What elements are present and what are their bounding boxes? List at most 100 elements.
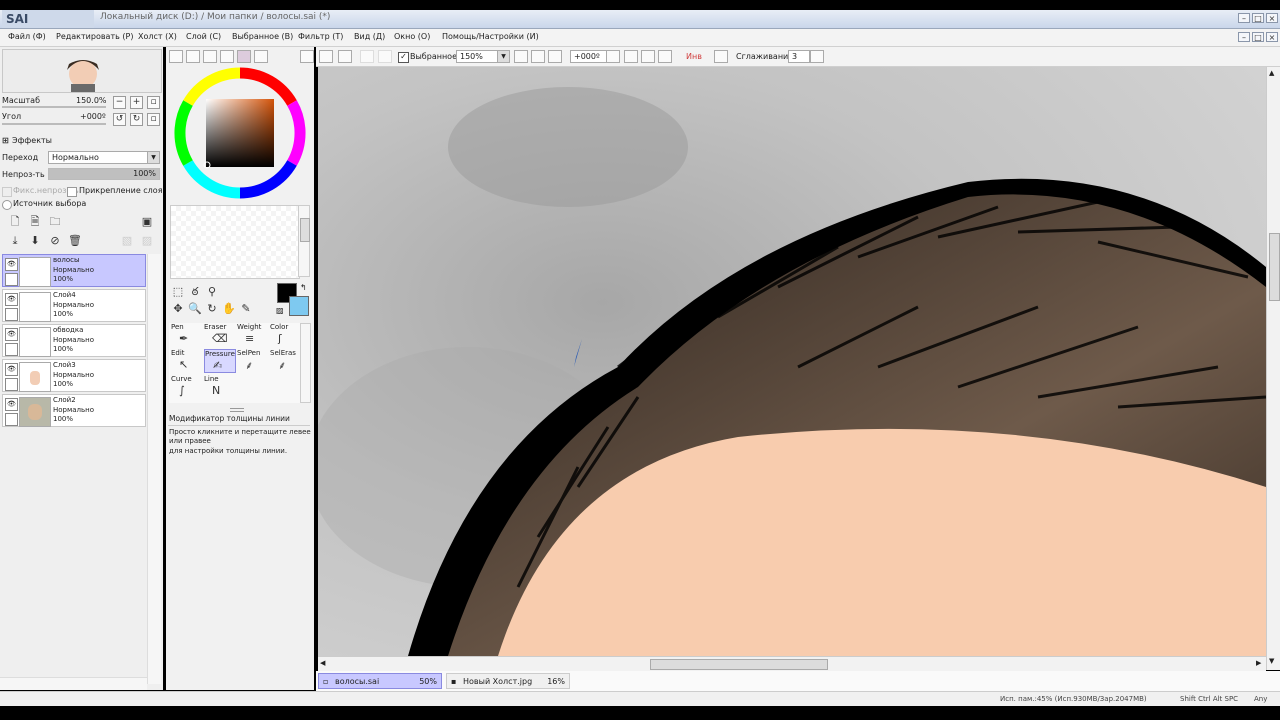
panel-menu-icon[interactable] [300,50,314,63]
effects-header[interactable]: ⊞ Эффекты [0,135,160,147]
eye-icon[interactable]: 👁 [5,258,18,271]
menu-layer[interactable]: Слой (С) [186,32,221,41]
lock-checkbox[interactable] [5,378,18,391]
doc-restore-button[interactable]: □ [1252,32,1264,42]
eye-icon[interactable]: 👁 [5,398,18,411]
splitter-grip[interactable] [230,408,244,412]
brush-color[interactable]: Color ʃ [270,323,302,347]
color-mix-tab-icon[interactable] [220,50,234,63]
rotate-left-button[interactable]: ↺ [113,113,126,126]
lock-checkbox[interactable] [5,343,18,356]
scroll-up-icon[interactable]: ▲ [1269,69,1274,77]
menu-help[interactable]: Помощь/Настройки (И) [442,32,539,41]
rotate-reset-icon[interactable] [658,50,672,63]
layer-list-scrollbar[interactable] [147,254,161,684]
scroll-right-icon[interactable]: ▶ [1256,659,1261,667]
blend-mode-select[interactable]: Нормально ▼ [48,151,160,164]
new-layer-icon[interactable]: 🗋 [8,215,22,229]
delete-layer-icon[interactable]: 🗑 [68,234,82,248]
zoom-out-button[interactable]: − [113,96,126,109]
zoom-in-icon[interactable] [531,50,545,63]
brush-lock-icon[interactable] [5,273,18,286]
lasso-icon[interactable]: ఠ [188,285,202,299]
scratchpad-area[interactable] [170,205,300,279]
minimize-button[interactable]: – [1238,13,1250,23]
navigator-preview[interactable] [2,49,162,93]
zoom-slider[interactable] [2,106,106,108]
layer-item[interactable]: 👁 волосы Нормально 100% [2,254,146,287]
new-linework-layer-icon[interactable]: 🗎 [28,215,42,229]
lock-checkbox[interactable] [5,308,18,321]
canvas-vertical-scrollbar[interactable]: ▲ ▼ [1266,67,1280,670]
brush-selpen[interactable]: SelPen ⸙ [237,349,269,373]
preserve-opacity-checkbox[interactable] [2,187,12,197]
scratchpad-tab-icon[interactable] [254,50,268,63]
tab-new-canvas[interactable]: ▪ Новый Холст.jpg 16% [446,673,570,689]
eyedropper-icon[interactable]: ✎ [239,302,253,316]
close-button[interactable]: × [1266,13,1278,23]
redo-icon[interactable] [338,50,352,63]
brush-seleras[interactable]: SelEras ⸙ [270,349,302,373]
transfer-down-icon[interactable]: ⤓ [8,234,22,248]
brush-pressure[interactable]: Pressure ✍ [204,349,236,373]
zoom-in-button[interactable]: + [130,96,143,109]
rgb-slider-tab-icon[interactable] [186,50,200,63]
angle-select[interactable]: +000º [570,50,610,63]
zoom-out-icon[interactable] [514,50,528,63]
merge-down-icon[interactable]: ⬇ [28,234,42,248]
rotate-icon[interactable]: ↻ [205,302,219,316]
hsv-slider-tab-icon[interactable] [203,50,217,63]
secondary-color-swatch[interactable] [289,296,309,316]
menu-window[interactable]: Окно (О) [394,32,430,41]
layer-item[interactable]: 👁 Слой4 Нормально 100% [2,289,146,322]
menu-file[interactable]: Файл (Ф) [8,32,46,41]
clip-layer-checkbox[interactable] [67,187,77,197]
layer-list-hscrollbar[interactable] [0,677,147,690]
scrollbar-thumb[interactable] [300,218,310,242]
hand-icon[interactable]: ✋ [222,302,236,316]
brush-eraser[interactable]: Eraser ⌫ [204,323,236,347]
move-icon[interactable]: ✥ [171,302,185,316]
angle-value[interactable]: +000º [80,112,106,121]
new-folder-icon[interactable]: 🗀 [48,215,62,229]
angle-dropdown-icon[interactable] [606,50,620,63]
brush-grid-scrollbar[interactable] [300,323,311,403]
horizontal-scroll-thumb[interactable] [650,659,828,670]
rotate-right-button[interactable]: ↻ [130,113,143,126]
smoothing-select[interactable]: 3 [788,50,810,63]
transparent-color-icon[interactable]: ▨ [276,306,284,315]
angle-slider[interactable] [2,123,106,125]
zoom-select[interactable]: 150% ▼ [456,50,510,63]
layer-item[interactable]: 👁 Слой2 Нормально 100% [2,394,146,427]
undo-icon[interactable] [319,50,333,63]
scroll-left-icon[interactable]: ◀ [320,659,325,667]
vertical-scroll-thumb[interactable] [1269,233,1280,301]
maximize-button[interactable]: □ [1252,13,1264,23]
show-selection-checkbox[interactable]: ✓ [398,52,409,63]
rotate-reset-button[interactable]: ▫ [147,113,160,126]
brush-edit[interactable]: Edit ↖ [171,349,203,373]
brush-weight[interactable]: Weight ≡ [237,323,269,347]
brush-line[interactable]: Line N [204,375,236,399]
zoom-fit-icon[interactable] [548,50,562,63]
menu-view[interactable]: Вид (Д) [354,32,385,41]
flip-horizontal-label[interactable]: Инв [686,52,702,61]
swatches-tab-icon[interactable] [237,50,251,63]
zoom-value[interactable]: 150.0% [76,96,107,105]
doc-close-button[interactable]: × [1266,32,1278,42]
color-wheel[interactable] [172,65,308,201]
menu-selection[interactable]: Выбранное (В) [232,32,293,41]
eye-icon[interactable]: 👁 [5,293,18,306]
tab-hair-sai[interactable]: ▫ волосы.sai 50% [318,673,442,689]
menu-filter[interactable]: Фильтр (Т) [298,32,343,41]
clear-layer-icon[interactable]: ⊘ [48,234,62,248]
layer-item[interactable]: 👁 обводка Нормально 100% [2,324,146,357]
doc-minimize-button[interactable]: – [1238,32,1250,42]
scratchpad-scrollbar[interactable] [298,205,310,277]
eye-icon[interactable]: 👁 [5,328,18,341]
color-wheel-tab-icon[interactable] [169,50,183,63]
magic-wand-icon[interactable]: ⚲ [205,285,219,299]
stabilizer-icon[interactable] [714,50,728,63]
menu-canvas[interactable]: Холст (Х) [138,32,177,41]
eye-icon[interactable]: 👁 [5,363,18,376]
